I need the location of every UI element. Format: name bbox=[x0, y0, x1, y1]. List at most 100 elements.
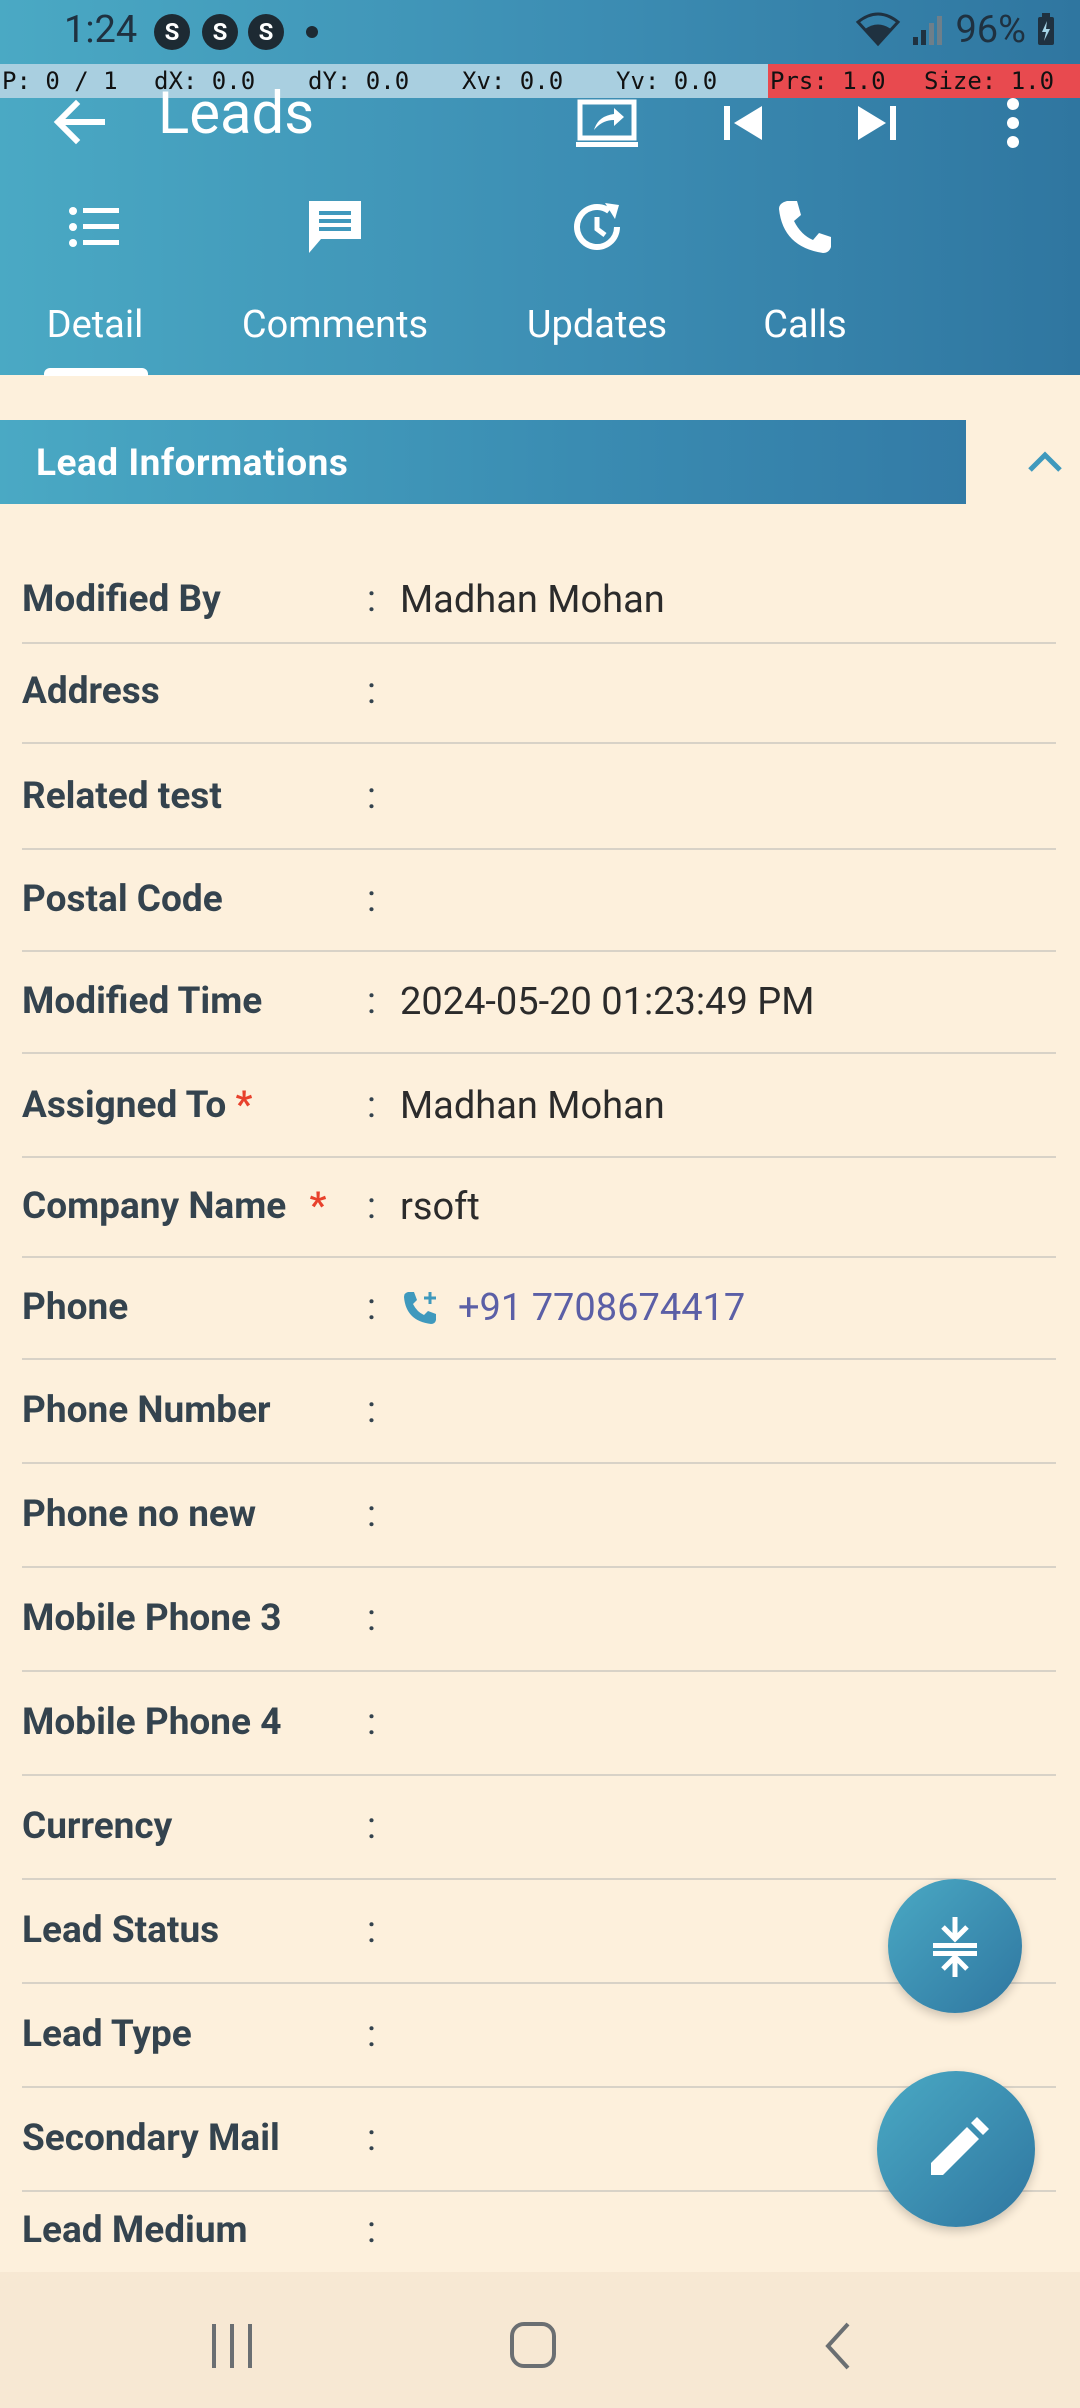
field-row: Company Name *: rsoft bbox=[22, 1158, 1056, 1258]
skype-notification-icon: S bbox=[248, 14, 284, 50]
field-label-text: Mobile Phone 3 bbox=[22, 1597, 282, 1640]
field-row: Related test: bbox=[22, 746, 1056, 850]
edit-icon bbox=[931, 2117, 989, 2175]
tab-comments[interactable]: Comments bbox=[226, 195, 444, 365]
field-label: Company Name * bbox=[22, 1185, 326, 1228]
required-marker: * bbox=[235, 1084, 253, 1127]
back-icon[interactable] bbox=[812, 2318, 868, 2374]
field-separator: : bbox=[367, 980, 376, 1023]
field-label-text: Lead Type bbox=[22, 2013, 192, 2056]
field-label: Mobile Phone 4 bbox=[22, 1701, 281, 1744]
tab-label: Detail bbox=[46, 303, 144, 347]
field-row: Assigned To *: Madhan Mohan bbox=[22, 1056, 1056, 1158]
field-separator: : bbox=[367, 1909, 376, 1952]
field-separator: : bbox=[367, 1597, 376, 1640]
field-row: Address: bbox=[22, 642, 1056, 744]
field-label-text: Secondary Mail bbox=[22, 2117, 280, 2160]
phone-icon bbox=[779, 201, 831, 253]
field-label: Mobile Phone 3 bbox=[22, 1597, 281, 1640]
field-label: Currency bbox=[22, 1805, 172, 1848]
status-time: 1:24 bbox=[64, 8, 138, 52]
collapse-all-button[interactable] bbox=[888, 1879, 1022, 2013]
phone-link[interactable]: +91 7708674417 bbox=[400, 1286, 745, 1330]
section-title: Lead Informations bbox=[36, 442, 349, 485]
field-value: 2024-05-20 01:23:49 PM bbox=[400, 980, 815, 1024]
field-separator: : bbox=[367, 1084, 376, 1127]
required-marker: * bbox=[309, 1185, 327, 1228]
field-label: Modified By bbox=[22, 578, 221, 621]
field-separator: : bbox=[367, 2209, 376, 2252]
field-separator: : bbox=[367, 578, 376, 621]
field-row: Currency: bbox=[22, 1776, 1056, 1880]
field-row: Phone Number: bbox=[22, 1360, 1056, 1464]
page-title: Leads bbox=[158, 80, 315, 148]
back-arrow-icon[interactable] bbox=[48, 90, 112, 154]
comment-icon bbox=[309, 201, 361, 253]
update-icon bbox=[574, 203, 620, 250]
field-label-text: Company Name bbox=[22, 1185, 296, 1228]
home-icon[interactable] bbox=[506, 2318, 562, 2374]
debug-dy: dY: 0.0 bbox=[306, 64, 460, 98]
field-row: Phone: +91 7708674417 bbox=[22, 1258, 1056, 1360]
field-separator: : bbox=[367, 2117, 376, 2160]
field-value: Madhan Mohan bbox=[400, 1084, 665, 1128]
field-label-text: Lead Medium bbox=[22, 2209, 248, 2252]
field-label: Lead Status bbox=[22, 1909, 219, 1952]
field-separator: : bbox=[367, 1185, 376, 1228]
tab-detail[interactable]: Detail bbox=[20, 195, 170, 365]
field-label-text: Phone bbox=[22, 1286, 129, 1329]
skype-notification-icon: S bbox=[202, 14, 238, 50]
field-separator: : bbox=[367, 1805, 376, 1848]
field-separator: : bbox=[367, 1493, 376, 1536]
edit-button[interactable] bbox=[877, 2071, 1035, 2227]
field-label: Postal Code bbox=[22, 878, 223, 921]
skip-next-icon[interactable] bbox=[842, 88, 912, 158]
field-row: Modified By: Madhan Mohan bbox=[22, 558, 1056, 644]
field-label-text: Phone no new bbox=[22, 1493, 257, 1536]
cast-icon[interactable] bbox=[572, 88, 642, 158]
skip-previous-icon[interactable] bbox=[708, 88, 778, 158]
status-right: 96% bbox=[855, 8, 1056, 52]
field-label: Phone no new bbox=[22, 1493, 256, 1536]
system-navigation-bar bbox=[0, 2272, 1080, 2408]
recents-icon[interactable] bbox=[204, 2318, 260, 2374]
field-label: Related test bbox=[22, 775, 222, 818]
more-vert-icon[interactable] bbox=[978, 88, 1048, 158]
status-bar: 1:24 S S S 96% bbox=[0, 0, 1080, 64]
field-separator: : bbox=[367, 878, 376, 921]
field-separator: : bbox=[367, 670, 376, 713]
field-label-text: Currency bbox=[22, 1805, 173, 1848]
field-label: Lead Medium bbox=[22, 2209, 248, 2252]
field-row: Modified Time:2024-05-20 01:23:49 PM bbox=[22, 952, 1056, 1054]
field-label: Phone bbox=[22, 1286, 128, 1329]
tab-active-indicator bbox=[44, 368, 148, 376]
field-row: Phone no new: bbox=[22, 1464, 1056, 1568]
tab-label: Calls bbox=[763, 303, 847, 347]
field-label-text: Postal Code bbox=[22, 878, 223, 921]
signal-icon bbox=[913, 16, 943, 45]
chevron-up-icon[interactable] bbox=[1020, 440, 1070, 484]
app-header: 1:24 S S S 96% P: 0 / 1 dX: 0.0 dY: 0.0 … bbox=[0, 0, 1080, 376]
field-label-text: Phone Number bbox=[22, 1389, 271, 1432]
section-header[interactable]: Lead Informations bbox=[0, 420, 966, 504]
skype-notification-icon: S bbox=[154, 14, 190, 50]
tab-label: Updates bbox=[526, 303, 668, 347]
field-label-text: Modified By bbox=[22, 578, 221, 621]
tab-calls[interactable]: Calls bbox=[748, 195, 862, 365]
field-label-text: Lead Status bbox=[22, 1909, 220, 1952]
tab-updates[interactable]: Updates bbox=[510, 195, 684, 365]
field-row: Postal Code: bbox=[22, 850, 1056, 952]
wifi-icon bbox=[856, 12, 901, 47]
field-value: rsoft bbox=[400, 1185, 480, 1229]
field-value: Madhan Mohan bbox=[400, 578, 665, 622]
field-separator: : bbox=[367, 2013, 376, 2056]
field-separator: : bbox=[367, 1701, 376, 1744]
field-label-text: Assigned To bbox=[22, 1084, 236, 1127]
field-separator: : bbox=[367, 1389, 376, 1432]
field-label: Secondary Mail bbox=[22, 2117, 280, 2160]
collapse-all-icon bbox=[933, 1917, 977, 1977]
field-label-text: Related test bbox=[22, 775, 222, 818]
battery-charging-icon bbox=[1038, 13, 1054, 45]
field-label-text: Mobile Phone 4 bbox=[22, 1701, 282, 1744]
field-row: Mobile Phone 3: bbox=[22, 1568, 1056, 1672]
